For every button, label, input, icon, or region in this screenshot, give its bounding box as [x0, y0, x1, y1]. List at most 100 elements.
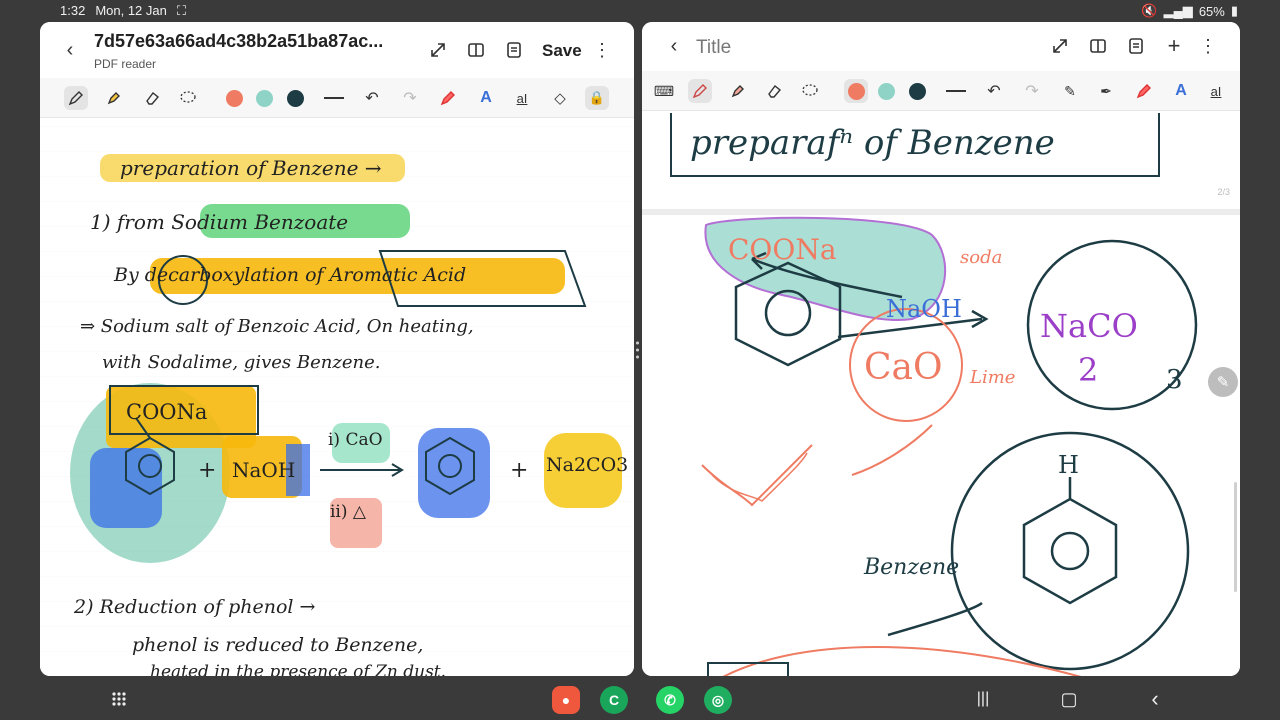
swatch-fill [255, 89, 273, 107]
phone-app-icon[interactable]: C [600, 686, 628, 714]
note-na2co3-subscript-2: 2 [1078, 351, 1099, 389]
document-title: 7d57e63a66ad4c38b2a51ba87ac... [94, 31, 384, 51]
page-list-icon[interactable] [502, 38, 526, 62]
contacts-app-icon[interactable]: ● [552, 686, 580, 714]
color-swatch-orange[interactable] [222, 86, 246, 110]
right-pane-notes: ‹ Title + ⋮ ⌨ ↶ ↷ ✎ ✒ A aI preparafⁿ of … [642, 22, 1240, 676]
note-heat-reagent: ii) △ [330, 502, 366, 522]
color-swatch-dark[interactable] [283, 86, 307, 110]
note-method-2: 2) Reduction of phenol → [74, 596, 316, 618]
note-description-4: heated in the presence of Zn dust. [150, 662, 447, 676]
note-heading: preparation of Benzene → [120, 156, 382, 180]
red-pen-icon[interactable] [436, 86, 460, 110]
note-box-heading: preparafⁿ of Benzene [690, 123, 1055, 163]
page-previous: preparafⁿ of Benzene 2/3 [642, 111, 1240, 209]
swatch-fill [847, 82, 865, 100]
note-cao-reagent: i) CaO [328, 430, 383, 450]
keyboard-icon[interactable]: ⌨ [652, 79, 676, 103]
back-arrow-icon[interactable]: ‹ [662, 34, 686, 58]
expand-icon[interactable] [1048, 34, 1072, 58]
highlighter-tool-icon[interactable] [726, 79, 750, 103]
note-coona: COONa [728, 233, 837, 266]
pen-settings-icon[interactable]: ✎ [1058, 79, 1082, 103]
note-naoh: NaOH [232, 458, 296, 482]
right-header: ‹ Title + ⋮ [642, 22, 1240, 70]
note-na2co3: Na2CO3 [546, 454, 629, 476]
swatch-fill [877, 82, 895, 100]
right-note-canvas[interactable]: preparafⁿ of Benzene 2/3 COONa soda NaOH… [642, 111, 1240, 676]
line-thickness-icon[interactable] [322, 86, 346, 110]
redo-icon[interactable]: ↷ [1020, 79, 1044, 103]
text-style-icon[interactable]: A [1169, 79, 1193, 103]
messaging-app-icon[interactable]: ◎ [704, 686, 732, 714]
text-insert-icon[interactable]: aI [510, 86, 534, 110]
note-na2co3: NaCO [1040, 307, 1138, 345]
more-options-icon[interactable]: ⋮ [1196, 34, 1220, 58]
note-title-field[interactable]: Title [696, 37, 731, 59]
color-swatch-teal[interactable] [252, 86, 276, 110]
color-swatch-orange[interactable] [844, 79, 868, 103]
note-lime: Lime [970, 367, 1016, 388]
book-view-icon[interactable] [1086, 34, 1110, 58]
vertical-scrollbar[interactable] [1234, 482, 1237, 592]
note-coona: COONa [126, 400, 208, 424]
lasso-tool-icon[interactable] [176, 86, 200, 110]
left-document-canvas[interactable]: preparation of Benzene → 1) from Sodium … [40, 118, 634, 676]
right-handwriting-layer [701, 216, 1198, 676]
note-description-1: ⇒ Sodium salt of Benzoic Acid, On heatin… [80, 316, 474, 337]
lasso-tool-icon[interactable] [798, 79, 822, 103]
note-plus-1: + [198, 458, 217, 483]
redo-icon[interactable]: ↷ [398, 86, 422, 110]
red-pen-icon[interactable] [1132, 79, 1156, 103]
text-insert-icon[interactable]: aI [1204, 79, 1228, 103]
swatch-fill [908, 82, 926, 100]
battery-level: 65% [1198, 3, 1225, 19]
save-button[interactable]: Save [542, 41, 582, 61]
back-arrow-icon[interactable]: ‹ [58, 38, 82, 62]
shapes-icon[interactable]: ◇ [548, 86, 572, 110]
left-handwriting-layer [70, 154, 622, 563]
system-navigation-bar: ● C ✆ ◎ ||| ▢ ‹ [0, 676, 1280, 720]
page-list-icon[interactable] [1124, 34, 1148, 58]
undo-icon[interactable]: ↶ [360, 86, 384, 110]
note-plus-2: + [510, 458, 529, 483]
status-date: Mon, 12 Jan [95, 3, 167, 18]
note-naoh: NaOH [886, 295, 962, 323]
highlighter-tool-icon[interactable] [102, 86, 126, 110]
apps-grid-icon[interactable] [108, 688, 130, 710]
left-pane-pdf-reader: ‹ 7d57e63a66ad4c38b2a51ba87ac... PDF rea… [40, 22, 634, 676]
note-by-line: By decarboxylation of Aromatic Acid [114, 264, 467, 286]
note-hydrogen-label: H [1058, 451, 1079, 479]
status-time: 1:32 [60, 3, 86, 18]
note-soda: soda [960, 247, 1003, 268]
note-na2co3-subscript-3: 3 [1166, 365, 1183, 395]
left-drawing-toolbar: ↶ ↷ A aI ◇ 🔒 [40, 78, 634, 118]
undo-icon[interactable]: ↶ [982, 79, 1006, 103]
eraser-tool-icon[interactable] [140, 86, 164, 110]
expand-icon[interactable] [426, 38, 450, 62]
document-subtitle: PDF reader [94, 57, 157, 71]
eraser-tool-icon[interactable] [762, 79, 786, 103]
pen-tool-icon[interactable] [688, 79, 712, 103]
note-benzene-label: Benzene [864, 555, 960, 580]
right-drawing-toolbar: ⌨ ↶ ↷ ✎ ✒ A aI [642, 71, 1240, 111]
add-page-icon[interactable]: + [1162, 33, 1186, 58]
note-description-3: phenol is reduced to Benzene, [132, 634, 424, 656]
pen-tool-icon[interactable] [64, 86, 88, 110]
recent-apps-icon[interactable]: ||| [972, 688, 994, 710]
pen-add-icon[interactable]: ✒ [1094, 79, 1118, 103]
swatch-fill [225, 89, 243, 107]
back-icon[interactable]: ‹ [1144, 686, 1166, 711]
color-swatch-dark[interactable] [905, 79, 929, 103]
line-thickness-icon[interactable] [944, 79, 968, 103]
split-view-handle[interactable] [635, 340, 640, 360]
color-swatch-teal[interactable] [874, 79, 898, 103]
home-icon[interactable]: ▢ [1058, 688, 1080, 710]
whatsapp-app-icon[interactable]: ✆ [656, 686, 684, 714]
floating-pen-button[interactable]: ✎ [1208, 367, 1238, 397]
book-view-icon[interactable] [464, 38, 488, 62]
screenshot-icon: ⛶ [176, 3, 186, 18]
text-style-icon[interactable]: A [474, 86, 498, 110]
more-options-icon[interactable]: ⋮ [590, 38, 614, 62]
lock-icon[interactable]: 🔒 [585, 86, 609, 110]
